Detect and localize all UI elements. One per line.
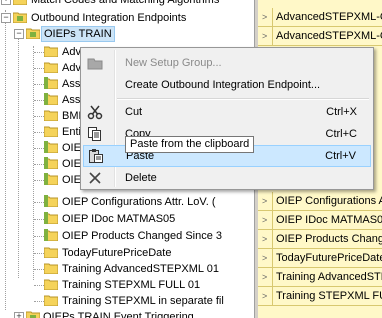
menu-item-label: Create Outbound Integration Endpoint... <box>125 79 321 91</box>
expand-toggle[interactable]: + <box>14 312 24 318</box>
folder-icon <box>44 295 58 306</box>
tree-item-child[interactable]: Training STEPXML in separate fil <box>0 293 254 309</box>
menu-item-delete[interactable]: Delete <box>83 167 371 189</box>
tree-item-label: OIEP Products Changed Since 3 <box>62 230 223 242</box>
collapse-toggle[interactable]: − <box>1 13 11 23</box>
menu-item-label: Delete <box>125 172 157 184</box>
shortcut-label: Ctrl+V <box>325 150 356 162</box>
endpoint-icon <box>44 77 58 89</box>
tree-item-child[interactable]: OIEP Products Changed Since 3 <box>0 228 254 244</box>
folder-icon <box>44 110 58 121</box>
row-arrow-icon: > <box>262 12 268 22</box>
tree-item-label: Training STEPXML in separate fil <box>62 295 224 307</box>
list-item[interactable]: > Training AdvancedSTEPXM <box>258 268 382 287</box>
row-arrow-icon: > <box>262 234 268 244</box>
tree-item-label: Outbound Integration Endpoints <box>31 12 187 24</box>
list-item-label: AdvancedSTEPXML-Chang <box>272 8 382 26</box>
paste-icon <box>89 149 103 163</box>
menu-separator <box>117 98 369 100</box>
folder-icon <box>44 62 58 73</box>
list-item[interactable]: > OIEP Configurations Attr. <box>258 192 382 211</box>
endpoint-icon <box>44 212 58 224</box>
scissors-icon <box>87 105 103 120</box>
list-item-label: TodayFuturePriceDate <box>272 249 382 267</box>
tree-item-label: OIEP IDoc MATMAS05 <box>62 213 176 225</box>
row-arrow-icon: > <box>262 215 268 225</box>
menu-item-new-setup-group[interactable]: New Setup Group... <box>83 52 371 74</box>
row-arrow-icon: > <box>262 253 268 263</box>
menu-item-create-endpoint[interactable]: Create Outbound Integration Endpoint... <box>83 74 371 96</box>
list-item[interactable]: > AdvancedSTEPXML-Chang <box>258 8 382 27</box>
tree-item-event-triggering[interactable]: + OIEPs TRAIN Event Triggering <box>0 309 254 318</box>
list-item[interactable]: > OIEP Products Changed S <box>258 230 382 249</box>
folder-icon <box>13 0 27 5</box>
tree-item-label: OIEP Configurations Attr. LoV. ( <box>62 196 216 208</box>
copy-icon <box>88 127 101 141</box>
list-item[interactable]: > OIEP IDoc MATMAS05 <box>258 211 382 230</box>
list-item-label: OIEP IDoc MATMAS05 <box>272 211 382 229</box>
endpoint-icon <box>44 229 58 241</box>
folder-icon <box>26 311 40 318</box>
tree-item-child[interactable]: OIEP IDoc MATMAS05 <box>0 211 254 227</box>
context-menu: New Setup Group... Create Outbound Integ… <box>80 47 374 190</box>
delete-icon <box>89 172 101 184</box>
endpoint-icon <box>44 173 58 185</box>
tree-item-outbound-endpoints[interactable]: − Outbound Integration Endpoints <box>0 10 254 26</box>
endpoint-icon <box>44 141 58 153</box>
list-item[interactable]: > Training STEPXML FULL 01 <box>258 287 382 306</box>
list-item[interactable]: > AdvancedSTEPXML-Chang <box>258 27 382 46</box>
expand-toggle[interactable]: + <box>1 0 11 5</box>
tree-item-child[interactable]: Training STEPXML FULL 01 <box>0 277 254 293</box>
folder-icon <box>44 247 58 258</box>
menu-item-cut[interactable]: Cut Ctrl+X <box>83 101 371 123</box>
tree-item-child[interactable]: TodayFuturePriceDate <box>0 245 254 261</box>
list-item-label: OIEP Products Changed S <box>272 230 382 248</box>
list-item[interactable]: > TodayFuturePriceDate <box>258 249 382 268</box>
new-folder-icon <box>87 58 103 70</box>
row-arrow-icon: > <box>262 272 268 282</box>
tree-item-label: TodayFuturePriceDate <box>62 247 172 259</box>
row-arrow-icon: > <box>262 291 268 301</box>
tree-item-label: Training AdvancedSTEPXML 01 <box>62 263 219 275</box>
tree-item-label: OIEPs TRAIN Event Triggering <box>43 311 194 318</box>
tree-item-label: Training STEPXML FULL 01 <box>62 279 201 291</box>
paste-tooltip: Paste from the clipboard <box>125 136 255 153</box>
list-item-label: Training STEPXML FULL 01 <box>272 287 382 305</box>
list-item-label: OIEP Configurations Attr. <box>272 192 382 210</box>
collapse-toggle[interactable]: − <box>14 29 24 39</box>
folder-icon <box>44 126 58 137</box>
folder-icon <box>44 46 58 57</box>
list-item-label: AdvancedSTEPXML-Chang <box>272 27 382 45</box>
list-item-label: Training AdvancedSTEPXM <box>272 268 382 286</box>
shortcut-label: Ctrl+C <box>325 128 357 140</box>
folder-icon <box>44 279 58 290</box>
endpoint-icon <box>44 157 58 169</box>
tree-item-label: Match Codes and Matching Algorithms <box>31 0 220 6</box>
tree-item-label: OIEPs TRAIN <box>41 26 115 42</box>
tree-item-child[interactable]: Training AdvancedSTEPXML 01 <box>0 261 254 277</box>
row-arrow-icon: > <box>262 31 268 41</box>
folder-icon <box>13 12 27 23</box>
shortcut-label: Ctrl+X <box>326 106 357 118</box>
tree-item-child[interactable]: OIEP Configurations Attr. LoV. ( <box>0 194 254 210</box>
row-arrow-icon: > <box>262 196 268 206</box>
tree-item-oieps-train[interactable]: − OIEPs TRAIN <box>0 26 254 42</box>
endpoint-icon <box>44 93 58 105</box>
menu-item-label: Cut <box>125 106 143 118</box>
endpoint-icon <box>44 195 58 207</box>
folder-icon <box>26 28 40 39</box>
tree-row-partial[interactable]: + Match Codes and Matching Algorithms <box>0 0 254 8</box>
folder-icon <box>44 263 58 274</box>
menu-item-label: New Setup Group... <box>125 57 222 69</box>
